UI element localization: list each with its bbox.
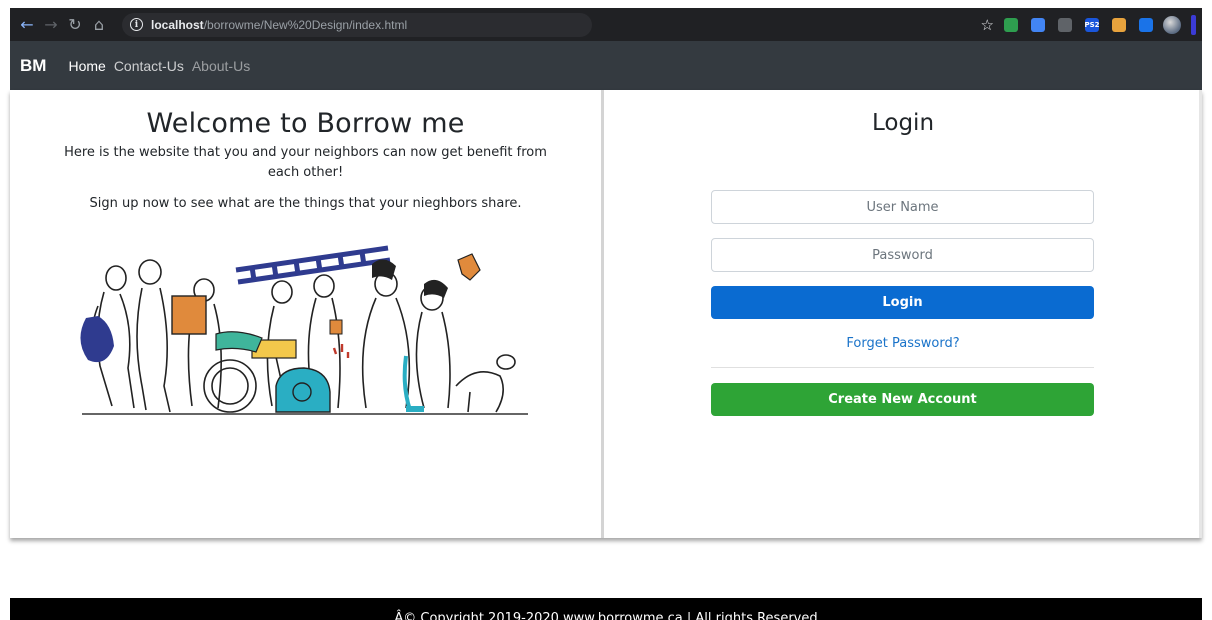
login-title: Login [871,110,935,136]
back-arrow-icon[interactable]: ← [16,14,38,36]
nav-about-us[interactable]: About-Us [192,58,250,74]
ext-green-icon[interactable] [1004,17,1018,32]
login-button[interactable]: Login [711,286,1094,319]
ext-ps2-icon[interactable]: PS2 [1084,17,1100,32]
create-account-button[interactable]: Create New Account [711,383,1094,416]
forgot-password-link[interactable]: Forget Password? [607,336,1199,351]
profile-avatar[interactable] [1163,15,1181,34]
extensions-area: ☆ PS2 [981,8,1196,41]
main-content: Welcome to Borrow me Here is the website… [10,90,1202,538]
welcome-pane: Welcome to Borrow me Here is the website… [10,90,604,538]
copyright-text: Â© Copyright 2019-2020 www.borrowme.ca |… [394,611,818,620]
nav-home[interactable]: Home [68,58,105,74]
forward-arrow-icon[interactable]: → [40,14,62,36]
brand-logo[interactable]: BM [20,56,46,76]
signup-prompt: Sign up now to see what are the things t… [89,196,522,211]
username-input[interactable] [711,190,1094,224]
welcome-title: Welcome to Borrow me [146,108,465,139]
password-input[interactable] [711,238,1094,272]
divider [711,367,1094,368]
bookmark-star-icon[interactable]: ☆ [981,16,994,34]
ext-location-icon[interactable] [1058,17,1072,32]
login-pane: Login Login Forget Password? Create New … [607,90,1202,538]
info-icon[interactable]: i [130,18,143,31]
ext-puzzle-icon[interactable] [1139,17,1153,32]
site-navbar: BM Home Contact-Us About-Us [10,41,1202,90]
welcome-description: Here is the website that you and your ne… [64,145,547,180]
browser-toolbar: ← → ↻ ⌂ i localhost/borrowme/New%20Desig… [10,8,1202,41]
reload-icon[interactable]: ↻ [64,14,86,36]
address-bar[interactable]: i localhost/borrowme/New%20Design/index.… [122,12,592,37]
nav-contact-us[interactable]: Contact-Us [114,58,184,74]
url-text[interactable]: localhost/borrowme/New%20Design/index.ht… [151,18,407,32]
neighbors-illustration [80,245,528,415]
browser-menu-icon[interactable] [1191,14,1196,35]
home-icon[interactable]: ⌂ [88,14,110,36]
ext-blue-doc-icon[interactable] [1031,17,1045,32]
site-footer: Â© Copyright 2019-2020 www.borrowme.ca |… [10,598,1202,620]
ext-owl-icon[interactable] [1112,17,1126,32]
